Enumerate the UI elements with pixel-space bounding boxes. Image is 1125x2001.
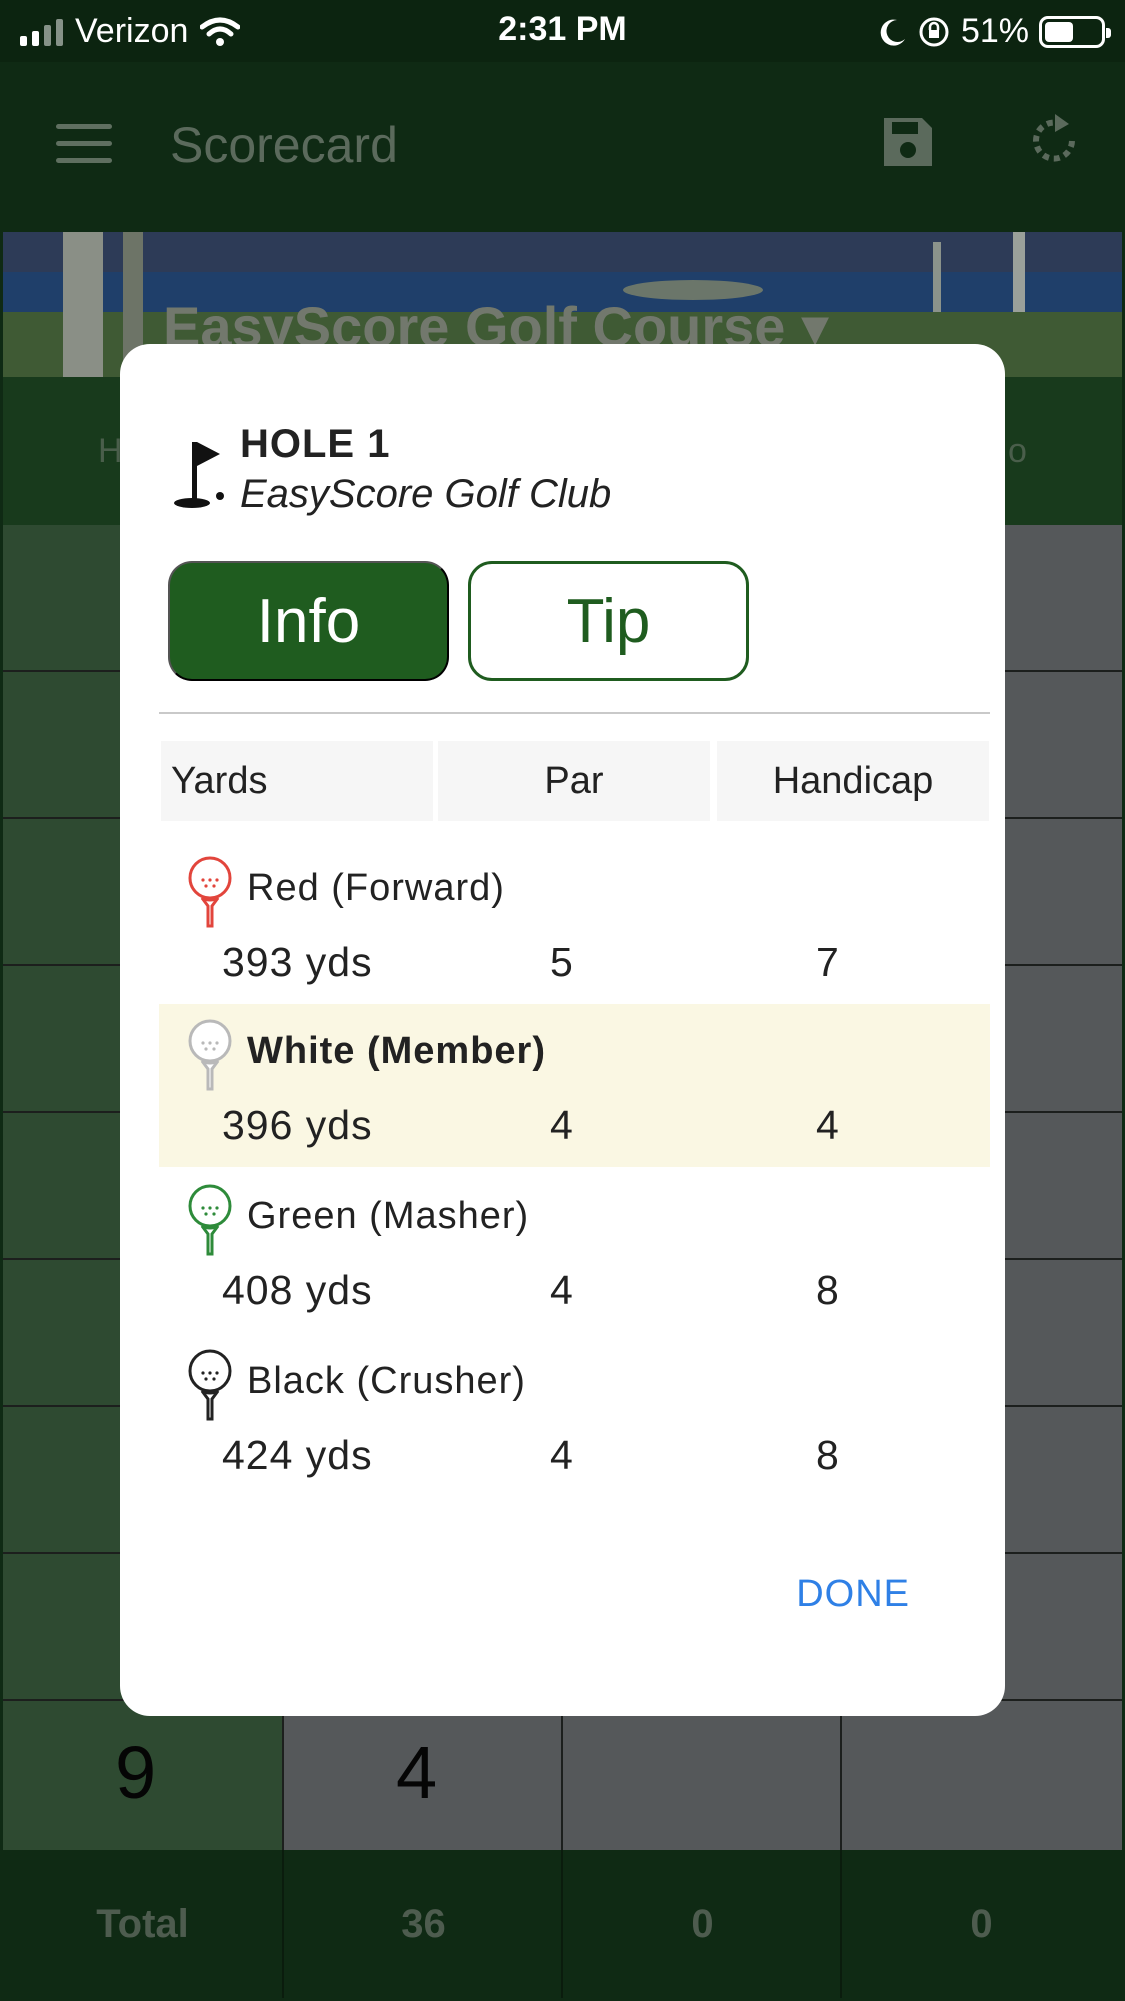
hole-par-cell: 4 [396, 1731, 438, 1814]
tee-par: 5 [550, 939, 573, 985]
app-bar: Scorecard [0, 62, 1125, 232]
column-header-par: Par [438, 741, 710, 821]
status-right: 51% [879, 12, 1111, 51]
total-score-1: 0 [691, 1901, 714, 1946]
tee-row[interactable]: Green (Masher) 408 yds 4 8 [159, 1169, 990, 1332]
tee-row[interactable]: White (Member) 396 yds 4 4 [159, 1004, 990, 1167]
column-header-handicap: Handicap [717, 741, 989, 821]
golf-tee-icon [188, 1184, 232, 1256]
battery-icon [1039, 15, 1111, 48]
tee-handicap: 4 [816, 1102, 839, 1148]
tab-tip[interactable]: Tip [468, 561, 749, 681]
tee-row[interactable]: Black (Crusher) 424 yds 4 8 [159, 1334, 990, 1497]
tee-handicap: 7 [816, 939, 839, 985]
club-name: EasyScore Golf Club [240, 472, 612, 516]
totals-row: Total 36 0 0 [3, 1850, 1122, 1998]
golf-tee-icon [188, 856, 232, 928]
tee-par: 4 [550, 1432, 573, 1478]
rotation-lock-icon [919, 17, 949, 46]
tee-handicap: 8 [816, 1267, 839, 1313]
tee-name: Red (Forward) [247, 867, 505, 909]
tee-yards: 408 yds [222, 1267, 373, 1313]
tee-yards: 393 yds [222, 939, 373, 985]
tee-par: 4 [550, 1102, 573, 1148]
save-icon[interactable] [880, 114, 936, 170]
total-label: Total [96, 1901, 189, 1946]
hole-number-cell: 9 [115, 1731, 157, 1814]
header-ghost-right: o [1008, 432, 1027, 470]
hole-title: HOLE 1 [240, 422, 391, 466]
tee-par: 4 [550, 1267, 573, 1313]
hole-info-dialog: HOLE 1 EasyScore Golf Club Info Tip Yard… [120, 344, 1005, 1716]
golf-flag-icon [174, 442, 224, 508]
tee-yards: 424 yds [222, 1432, 373, 1478]
tee-handicap: 8 [816, 1432, 839, 1478]
total-par: 36 [401, 1901, 446, 1946]
battery-percent: 51% [960, 12, 1029, 50]
moon-icon [880, 19, 905, 46]
app-title: Scorecard [170, 117, 398, 173]
column-header-yards: Yards [161, 741, 433, 821]
tee-row[interactable]: Red (Forward) 393 yds 5 7 [159, 841, 990, 1004]
tee-name: Black (Crusher) [247, 1360, 526, 1402]
tee-name: Green (Masher) [247, 1195, 530, 1237]
total-score-2: 0 [970, 1901, 993, 1946]
menu-icon[interactable] [56, 124, 112, 164]
divider [159, 712, 990, 714]
tee-name: White (Member) [247, 1030, 546, 1072]
tab-info[interactable]: Info [168, 561, 449, 681]
golf-tee-icon [188, 1019, 232, 1091]
header-ghost-left: H [98, 432, 123, 470]
done-button[interactable]: DONE [796, 1573, 910, 1616]
tee-yards: 396 yds [222, 1102, 373, 1148]
golf-tee-icon [188, 1349, 232, 1421]
status-bar: Verizon 2:31 PM 51% [0, 0, 1125, 62]
refresh-icon[interactable] [1025, 112, 1083, 170]
